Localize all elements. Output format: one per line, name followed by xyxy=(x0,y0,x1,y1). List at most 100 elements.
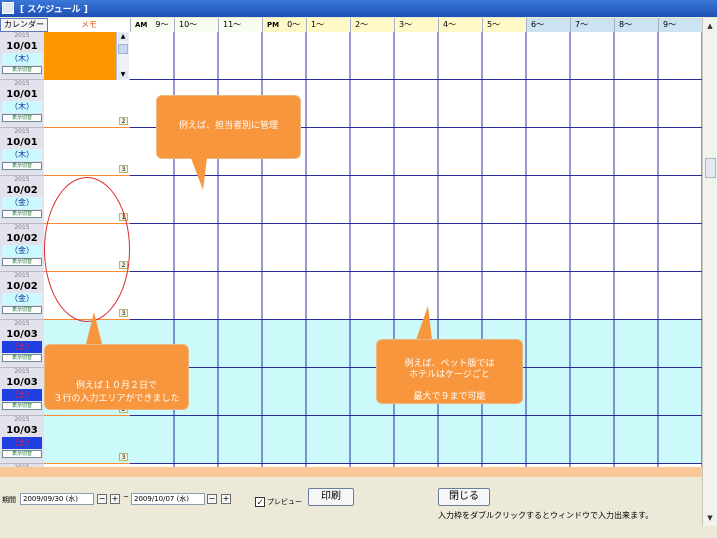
day-cell: 2015 10/03 （土） 表示切替 xyxy=(0,416,44,464)
vertical-scrollbar[interactable]: ▲ ▼ xyxy=(702,18,717,526)
time-col-header: 3～ xyxy=(394,18,438,32)
close-button[interactable]: 閉じる xyxy=(438,488,490,506)
scroll-up-icon[interactable]: ▲ xyxy=(704,20,716,32)
scroll-down-icon[interactable]: ▼ xyxy=(704,512,716,524)
callout-staff: 例えば、担当者別に管理 xyxy=(156,95,301,159)
calendar-button[interactable]: カレンダー xyxy=(0,18,48,32)
memo-scrollbar[interactable]: ▲ ▼ xyxy=(116,32,129,80)
day-toggle-button[interactable]: 表示切替 xyxy=(2,210,42,218)
time-col-label: 2～ xyxy=(355,20,369,29)
day-cell: 2015 10/01 （木） 表示切替 xyxy=(0,128,44,176)
day-cell: 2015 10/02 （金） 表示切替 xyxy=(0,176,44,224)
pm-label: PM xyxy=(267,21,280,29)
day-cell: 2015 10/02 （金） 表示切替 xyxy=(0,224,44,272)
date-from-plus-button[interactable]: + xyxy=(110,494,120,504)
day-year: 2015 xyxy=(14,320,30,327)
day-date: 10/01 xyxy=(6,41,38,52)
memo-selected-cell[interactable] xyxy=(44,32,116,80)
time-col-label: 4～ xyxy=(443,20,457,29)
time-col-label: 0～ xyxy=(287,20,301,29)
time-header: AM 9～ 10～ 11～ PM 0～ 1～ 2～ 3～ 4～ 5～ 6～ 7～ 8～ 9～ xyxy=(130,18,702,32)
day-date: 10/03 xyxy=(6,425,38,436)
print-button[interactable]: 印刷 xyxy=(308,488,354,506)
time-col-header: 6～ xyxy=(526,18,570,32)
preview-checkbox[interactable]: ✓ xyxy=(255,497,265,507)
time-col-label: 1～ xyxy=(311,20,325,29)
time-col-label: 10～ xyxy=(179,20,198,29)
app-icon xyxy=(2,2,14,14)
day-weekday: （土） xyxy=(2,437,42,449)
day-toggle-button[interactable]: 表示切替 xyxy=(2,402,42,410)
row-number-badge: 3 xyxy=(119,165,128,173)
memo-cell[interactable]: 3 xyxy=(44,128,130,176)
memo-scroll-up-icon[interactable]: ▲ xyxy=(118,33,128,41)
row-number-badge: 3 xyxy=(119,309,128,317)
day-toggle-button[interactable]: 表示切替 xyxy=(2,306,42,314)
day-weekday: （金） xyxy=(2,293,42,305)
day-cell: 2015 10/01 （木） 表示切替 xyxy=(0,32,44,80)
day-cell: 2015 10/03 （土） 表示切替 xyxy=(0,320,44,368)
time-col-header: 9～ xyxy=(658,18,702,32)
callout-pet: 例えば、ペット版では ホテルはケージごと 最大で９まで可能 xyxy=(376,339,523,404)
time-col-label: 7～ xyxy=(575,20,589,29)
day-year: 2015 xyxy=(14,80,30,87)
day-year: 2015 xyxy=(14,128,30,135)
highlight-ellipse xyxy=(44,177,130,322)
period-label: 期間 xyxy=(2,496,16,504)
time-col-label: 9～ xyxy=(663,20,677,29)
callout-pet-text: 例えば、ペット版では ホテルはケージごと 最大で９まで可能 xyxy=(404,359,495,402)
am-label: AM xyxy=(135,21,148,29)
day-year: 2015 xyxy=(14,368,30,375)
day-cell: 2015 10/01 （木） 表示切替 xyxy=(0,80,44,128)
callout-staff-tail xyxy=(191,158,207,190)
day-toggle-button[interactable]: 表示切替 xyxy=(2,114,42,122)
day-toggle-button[interactable]: 表示切替 xyxy=(2,354,42,362)
memo-scroll-down-icon[interactable]: ▼ xyxy=(118,71,128,79)
day-date: 10/02 xyxy=(6,185,38,196)
memo-scroll-thumb[interactable] xyxy=(118,44,128,54)
day-cell: 2015 10/03 （土） 表示切替 xyxy=(0,368,44,416)
day-weekday: （木） xyxy=(2,149,42,161)
next-day-row xyxy=(0,467,702,477)
time-col-label: 3～ xyxy=(399,20,413,29)
time-col-label: 11～ xyxy=(223,20,242,29)
date-to-plus-button[interactable]: + xyxy=(221,494,231,504)
time-col-header: 5～ xyxy=(482,18,526,32)
day-date: 10/03 xyxy=(6,329,38,340)
day-toggle-button[interactable]: 表示切替 xyxy=(2,258,42,266)
day-year: 2015 xyxy=(14,416,30,423)
day-date: 10/02 xyxy=(6,281,38,292)
day-column: 2015 10/01 （木） 表示切替 2015 10/01 （木） 表示切替 2015 10/0… xyxy=(0,32,44,467)
time-col-header: 7～ xyxy=(570,18,614,32)
day-weekday: （金） xyxy=(2,245,42,257)
date-to-field[interactable]: 2009/10/07 (水) xyxy=(131,493,205,505)
date-to-minus-button[interactable]: − xyxy=(207,494,217,504)
time-col-header: 11～ xyxy=(218,18,262,32)
memo-header: メモ xyxy=(48,18,130,32)
day-date: 10/02 xyxy=(6,233,38,244)
day-toggle-button[interactable]: 表示切替 xyxy=(2,162,42,170)
day-date: 10/01 xyxy=(6,89,38,100)
day-weekday: （土） xyxy=(2,341,42,353)
day-date: 10/03 xyxy=(6,377,38,388)
day-cell: 2015 10/02 （金） 表示切替 xyxy=(0,272,44,320)
day-toggle-button[interactable]: 表示切替 xyxy=(2,66,42,74)
memo-cell[interactable]: 2 xyxy=(44,80,130,128)
day-weekday: （土） xyxy=(2,389,42,401)
day-year: 2015 xyxy=(14,176,30,183)
row-number-badge: 3 xyxy=(119,453,128,461)
time-col-header: PM 0～ xyxy=(262,18,306,32)
day-date: 10/01 xyxy=(6,137,38,148)
day-toggle-button[interactable]: 表示切替 xyxy=(2,450,42,458)
window-title-bar: [ スケジュール ] xyxy=(0,0,717,17)
memo-cell[interactable]: 3 xyxy=(44,416,130,464)
scroll-thumb[interactable] xyxy=(705,158,716,178)
callout-oct2: 例えば１０月２日で ３行の入力エリアができました xyxy=(44,344,189,410)
day-year: 2015 xyxy=(14,32,30,39)
date-from-minus-button[interactable]: − xyxy=(97,494,107,504)
footer-panel: 期間 2009/09/30 (水) − + ~ 2009/10/07 (水) −… xyxy=(0,477,702,538)
date-from-field[interactable]: 2009/09/30 (水) xyxy=(20,493,94,505)
callout-pet-tail xyxy=(416,306,432,340)
day-year: 2015 xyxy=(14,272,30,279)
hint-text: 入力枠をダブルクリックするとウィンドウで入力出来ます。 xyxy=(438,511,654,520)
